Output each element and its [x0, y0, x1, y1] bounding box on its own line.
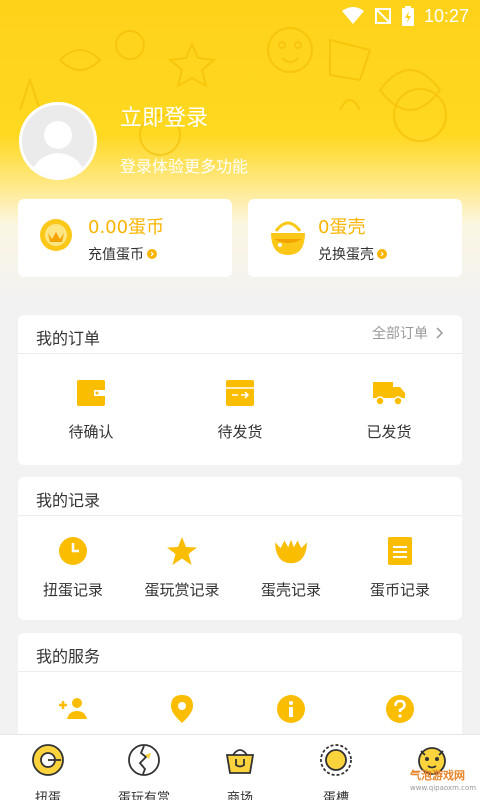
wifi-icon	[341, 7, 364, 24]
tab-mall[interactable]: 商场	[192, 743, 288, 800]
coins-label: 充值蛋币	[88, 247, 144, 263]
shells-label-row: 兑换蛋壳	[318, 244, 387, 264]
wallet-icon	[75, 377, 107, 409]
order-shipped-label: 已发货	[366, 423, 412, 441]
status-time: 10:27	[423, 5, 469, 26]
divider	[18, 353, 462, 354]
order-pending-confirm[interactable]: 待确认	[36, 377, 146, 442]
service-about[interactable]	[236, 693, 346, 725]
record-shells[interactable]: 蛋壳记录	[236, 535, 346, 600]
tab-egg-reward-label: 蛋玩有赏	[117, 791, 170, 800]
chevron-right-icon	[377, 249, 387, 259]
info-icon	[275, 693, 307, 725]
record-gacha[interactable]: 扭蛋记录	[18, 535, 128, 600]
coin-icon	[40, 219, 72, 251]
tab-mall-label: 商场	[226, 791, 253, 800]
records-title: 我的记录	[36, 491, 101, 510]
all-orders-label: 全部订单	[372, 326, 428, 342]
document-icon	[384, 535, 416, 567]
shell-basket-icon	[271, 221, 305, 255]
tab-gacha[interactable]: 扭蛋	[0, 743, 96, 800]
record-reward[interactable]: 蛋玩赏记录	[127, 535, 237, 600]
record-gacha-label: 扭蛋记录	[42, 581, 103, 599]
capsule-machine-icon	[32, 744, 64, 776]
divider	[18, 515, 462, 516]
shopping-basket-icon	[225, 749, 255, 774]
shells-label: 兑换蛋壳	[318, 247, 374, 263]
crown-icon	[275, 535, 307, 567]
package-icon	[224, 377, 256, 409]
service-add-person[interactable]	[18, 693, 128, 725]
record-shells-label: 蛋壳记录	[260, 581, 321, 599]
truck-icon	[373, 377, 405, 409]
tab-egg-reward[interactable]: 蛋玩有赏	[96, 743, 192, 800]
battery-charging-icon	[401, 6, 414, 26]
cracked-egg-icon	[128, 744, 160, 776]
location-pin-icon	[166, 693, 198, 725]
orders-title: 我的订单	[36, 329, 101, 348]
services-section: 我的服务	[18, 633, 462, 743]
status-bar: 10:27	[0, 0, 480, 32]
add-person-icon	[57, 693, 89, 725]
avatar[interactable]	[19, 102, 97, 180]
login-subtitle: 登录体验更多功能	[120, 157, 249, 176]
watermark-line1: 气泡游戏网	[410, 769, 465, 782]
orders-section: 我的订单 全部订单 待确认 待发货 已发货	[18, 315, 462, 465]
star-icon	[166, 535, 198, 567]
clock-icon	[57, 535, 89, 567]
order-to-ship[interactable]: 待发货	[185, 377, 295, 442]
records-section: 我的记录 扭蛋记录 蛋玩赏记录 蛋壳记录 蛋币记录	[18, 477, 462, 620]
egg-slot-icon	[320, 744, 352, 776]
chevron-right-icon	[147, 249, 157, 259]
divider	[18, 671, 462, 672]
no-signal-icon	[374, 8, 391, 24]
record-coins[interactable]: 蛋币记录	[345, 535, 455, 600]
order-shipped[interactable]: 已发货	[334, 377, 444, 442]
help-icon	[384, 693, 416, 725]
coins-label-row: 充值蛋币	[88, 244, 157, 264]
services-title: 我的服务	[36, 647, 101, 666]
watermark: 气泡游戏网 www.qipaoxm.com	[410, 769, 477, 793]
record-coins-label: 蛋币记录	[369, 581, 430, 599]
shells-value: 0蛋壳	[318, 217, 366, 238]
service-address[interactable]	[127, 693, 237, 725]
record-reward-label: 蛋玩赏记录	[144, 581, 220, 599]
order-to-ship-label: 待发货	[217, 423, 263, 441]
tab-egg-slot[interactable]: 蛋槽	[288, 743, 384, 800]
coins-card[interactable]: 0.00蛋币 充值蛋币	[18, 199, 232, 277]
coins-value: 0.00蛋币	[88, 217, 165, 238]
order-pending-confirm-label: 待确认	[68, 423, 114, 441]
watermark-line2: www.qipaoxm.com	[410, 784, 477, 792]
service-help[interactable]	[345, 693, 455, 725]
chevron-right-icon	[436, 327, 444, 339]
login-title[interactable]: 立即登录	[120, 100, 208, 132]
all-orders-link[interactable]: 全部订单	[372, 323, 444, 343]
shells-card[interactable]: 0蛋壳 兑换蛋壳	[248, 199, 462, 277]
tab-egg-slot-label: 蛋槽	[322, 791, 349, 800]
tab-gacha-label: 扭蛋	[34, 791, 61, 800]
bottom-tab-bar: 扭蛋 蛋玩有赏 商场 蛋槽	[0, 734, 480, 800]
